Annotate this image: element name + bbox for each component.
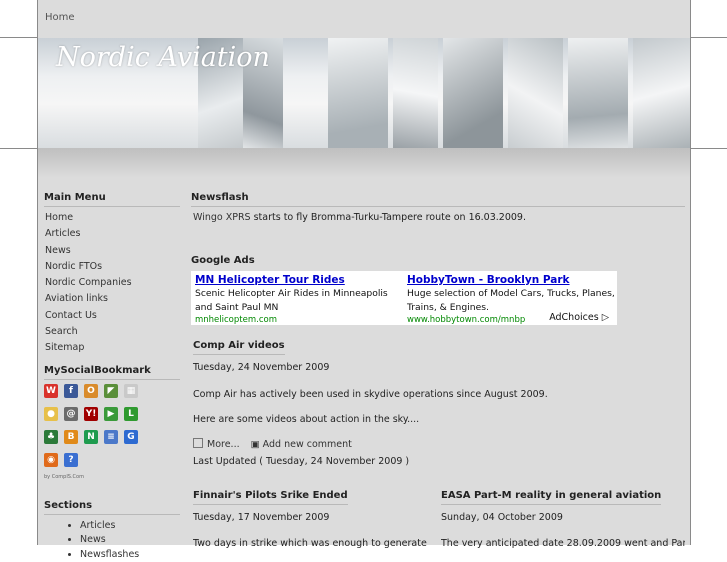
ad-1-desc: Scenic Helicopter Air Rides in Minneapol… [195, 288, 388, 313]
banner-photo-7 [568, 38, 628, 148]
bookmark-icon-12[interactable]: B [64, 429, 78, 444]
section-item-newsflashes[interactable]: Newsflashes [80, 548, 180, 562]
main-menu-item-home[interactable]: Home [44, 210, 180, 226]
comment-icon: ▣ [250, 439, 260, 450]
page-container: Home Nordic Aviation Main Menu Home Artic… [37, 0, 691, 560]
bookmark-icon-13[interactable]: N [84, 429, 98, 444]
ad-2-desc: Huge selection of Model Cars, Trucks, Pl… [407, 288, 615, 313]
newsflash-link[interactable]: Wingo XPRS [193, 212, 251, 223]
main-menu-item-search[interactable]: Search [44, 324, 180, 340]
sections-heading: Sections [44, 500, 180, 515]
bookmark-icon-1[interactable]: W [44, 383, 58, 398]
banner-photo-3 [328, 38, 388, 148]
ad-1-url[interactable]: mnhelicoptem.com [195, 315, 403, 325]
read-more-link[interactable]: More... [207, 439, 240, 450]
article-3-title[interactable]: EASA Part-M reality in general aviation [441, 490, 662, 505]
banner-shadow [38, 148, 690, 178]
social-credit[interactable]: by CompIS.Com [44, 474, 180, 480]
adchoices-link[interactable]: AdChoices ▷ [549, 312, 609, 323]
banner-photo-4 [393, 38, 438, 148]
article-2-paragraph: Two days in strike which was enough to g… [193, 538, 427, 549]
main-menu-item-news[interactable]: News [44, 243, 180, 259]
main-menu-item-contact-us[interactable]: Contact Us [44, 308, 180, 324]
google-ads-box: MN Helicopter Tour Rides Scenic Helicopt… [191, 271, 617, 325]
bookmark-icon-4[interactable]: ◤ [104, 383, 118, 398]
article-2-date: Tuesday, 17 November 2009 [193, 512, 330, 523]
article-3-paragraph: The very anticipated date 28.09.2009 wen… [441, 538, 685, 549]
main-menu-item-articles[interactable]: Articles [44, 226, 180, 242]
section-item-articles[interactable]: Articles [80, 519, 180, 534]
site-banner: Nordic Aviation [38, 38, 690, 148]
article-title[interactable]: Comp Air videos [193, 340, 285, 355]
bookmark-icon-6[interactable]: ● [44, 406, 58, 421]
ad-1[interactable]: MN Helicopter Tour Rides Scenic Helicopt… [195, 274, 403, 325]
newsflash-text: starts to fly Bromma-Turku-Tampere route… [250, 212, 526, 223]
banner-photo-6 [508, 38, 563, 148]
main-menu-item-nordic-ftos[interactable]: Nordic FTOs [44, 259, 180, 275]
sidebar: Main Menu Home Articles News Nordic FTOs Nor… [44, 192, 180, 562]
bookmark-icon-5[interactable]: ▦ [124, 383, 138, 398]
facebook-icon[interactable]: f [64, 383, 78, 398]
bookmark-icon-16[interactable]: ◉ [44, 452, 58, 467]
bookmark-icon-11[interactable]: ♣ [44, 429, 58, 444]
main-menu-item-aviation-links[interactable]: Aviation links [44, 291, 180, 307]
article-updated: Last Updated ( Tuesday, 24 November 2009… [193, 456, 410, 467]
google-icon[interactable]: G [124, 429, 138, 444]
main-menu-item-nordic-companies[interactable]: Nordic Companies [44, 275, 180, 291]
article-date: Tuesday, 24 November 2009 [193, 362, 330, 373]
bookmark-icon-14[interactable]: ≡ [104, 429, 118, 444]
bookmark-icon-3[interactable]: O [84, 383, 98, 398]
breadcrumb-home[interactable]: Home [45, 12, 75, 23]
bookmark-icon-10[interactable]: L [124, 406, 138, 421]
banner-photo-5 [443, 38, 503, 148]
bookmark-icon-7[interactable]: @ [64, 406, 78, 421]
bookmark-icon-9[interactable]: ▶ [104, 406, 118, 421]
article-actions: More... ▣ Add new comment [193, 438, 352, 450]
ad-1-title[interactable]: MN Helicopter Tour Rides [195, 274, 403, 286]
newsflash-heading: Newsflash [191, 192, 685, 207]
ad-2-title[interactable]: HobbyTown - Brooklyn Park [407, 274, 615, 286]
social-bookmark-icons: Wf O ◤ ▦ ● @ Y! ▶ L ♣ B N ≡ G ◉? [44, 383, 154, 476]
yahoo-icon[interactable]: Y! [84, 406, 98, 421]
article-2-title[interactable]: Finnair's Pilots Srike Ended [193, 490, 348, 505]
article-paragraph-1: Comp Air has actively been used in skydi… [193, 389, 548, 400]
add-comment-link[interactable]: Add new comment [263, 439, 352, 450]
section-item-news[interactable]: News [80, 533, 180, 548]
banner-photo-8 [633, 38, 690, 148]
main-menu-item-sitemap[interactable]: Sitemap [44, 340, 180, 356]
social-heading: MySocialBookmark [44, 365, 180, 380]
article-3-date: Sunday, 04 October 2009 [441, 512, 563, 523]
site-title[interactable]: Nordic Aviation [56, 42, 270, 73]
newsflash-item: Wingo XPRS starts to fly Bromma-Turku-Ta… [193, 212, 526, 223]
google-ads-heading: Google Ads [191, 255, 255, 266]
main-menu-heading: Main Menu [44, 192, 180, 207]
help-icon[interactable]: ? [64, 452, 78, 467]
more-icon [193, 438, 203, 448]
article-paragraph-2: Here are some videos about action in the… [193, 414, 420, 425]
sections-list: ArticlesNewsNewsflashes [80, 519, 180, 562]
main-menu: Home Articles News Nordic FTOs Nordic Compan… [44, 210, 180, 357]
